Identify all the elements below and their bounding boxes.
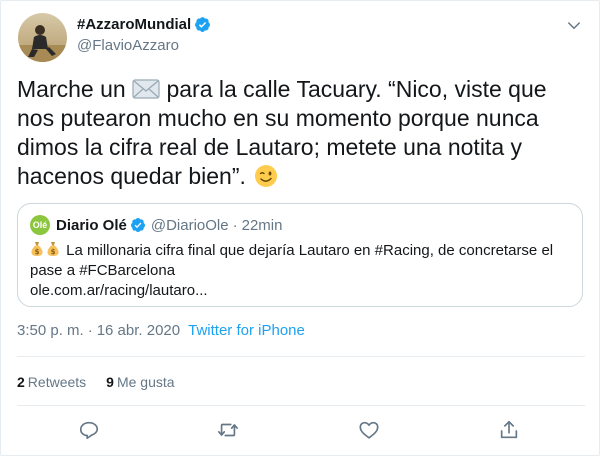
quoted-tweet-header: Olé Diario Olé @DiarioOle · 22min xyxy=(30,215,282,235)
divider xyxy=(17,405,585,406)
tweet-date[interactable]: 16 abr. 2020 xyxy=(97,322,180,339)
svg-text:$: $ xyxy=(51,248,56,256)
author-handle[interactable]: @FlavioAzzaro xyxy=(77,37,179,54)
tweet-time[interactable]: 3:50 p. m. xyxy=(17,322,84,339)
quoted-text: La millonaria cifra final que dejaría La… xyxy=(30,242,554,279)
retweet-icon xyxy=(218,423,238,437)
quoted-author-name: Diario Olé xyxy=(56,216,127,234)
meta-separator: · xyxy=(87,322,93,339)
quoted-separator: · xyxy=(232,216,238,234)
like-button[interactable] xyxy=(358,419,380,441)
tweet-text-part1: Marche un xyxy=(17,76,133,102)
likes-stat[interactable]: 9 Me gusta xyxy=(106,374,174,390)
retweet-button[interactable] xyxy=(217,419,239,441)
tweet-card: #AzzaroMundial @FlavioAzzaro Marche un p… xyxy=(0,0,600,456)
divider xyxy=(17,356,585,357)
quoted-avatar: Olé xyxy=(30,215,50,235)
author-name-row: #AzzaroMundial xyxy=(77,16,211,33)
chevron-down-icon[interactable] xyxy=(565,17,583,35)
author-avatar[interactable] xyxy=(18,13,67,62)
money-bag-icon: $ xyxy=(47,242,59,256)
quoted-time: 22min xyxy=(241,216,283,234)
tweet-source[interactable]: Twitter for iPhone xyxy=(188,322,305,339)
quoted-link[interactable]: ole.com.ar/racing/lautaro... xyxy=(30,282,208,299)
share-button[interactable] xyxy=(498,419,520,441)
likes-count: 9 xyxy=(106,374,114,390)
tweet-actions xyxy=(1,419,600,443)
verified-badge-icon xyxy=(130,218,145,232)
tweet-meta: 3:50 p. m. · 16 abr. 2020 Twitter for iP… xyxy=(17,322,305,339)
money-bag-icon: $ xyxy=(31,242,43,256)
like-icon xyxy=(359,421,379,439)
envelope-icon xyxy=(132,79,160,99)
tweet-stats: 2 Retweets 9 Me gusta xyxy=(17,374,195,390)
quoted-tweet[interactable]: Olé Diario Olé @DiarioOle · 22min $ $ La … xyxy=(17,203,583,307)
quoted-author-handle: @DiarioOle xyxy=(150,216,229,234)
reply-button[interactable] xyxy=(78,419,100,441)
verified-badge-icon xyxy=(195,17,211,32)
winking-face-icon xyxy=(255,165,278,187)
reply-icon xyxy=(79,421,99,440)
share-icon xyxy=(500,420,518,439)
retweets-label: Retweets xyxy=(27,374,87,390)
retweets-stat[interactable]: 2 Retweets xyxy=(17,374,86,390)
svg-text:$: $ xyxy=(35,248,40,256)
retweets-count: 2 xyxy=(17,374,25,390)
quoted-tweet-text: $ $ La millonaria cifra final que dejaría… xyxy=(30,241,570,301)
tweet-text: Marche un para la calle Tacuary. “Nico, … xyxy=(17,75,587,191)
likes-label: Me gusta xyxy=(116,374,175,390)
author-display-name[interactable]: #AzzaroMundial xyxy=(77,16,191,33)
